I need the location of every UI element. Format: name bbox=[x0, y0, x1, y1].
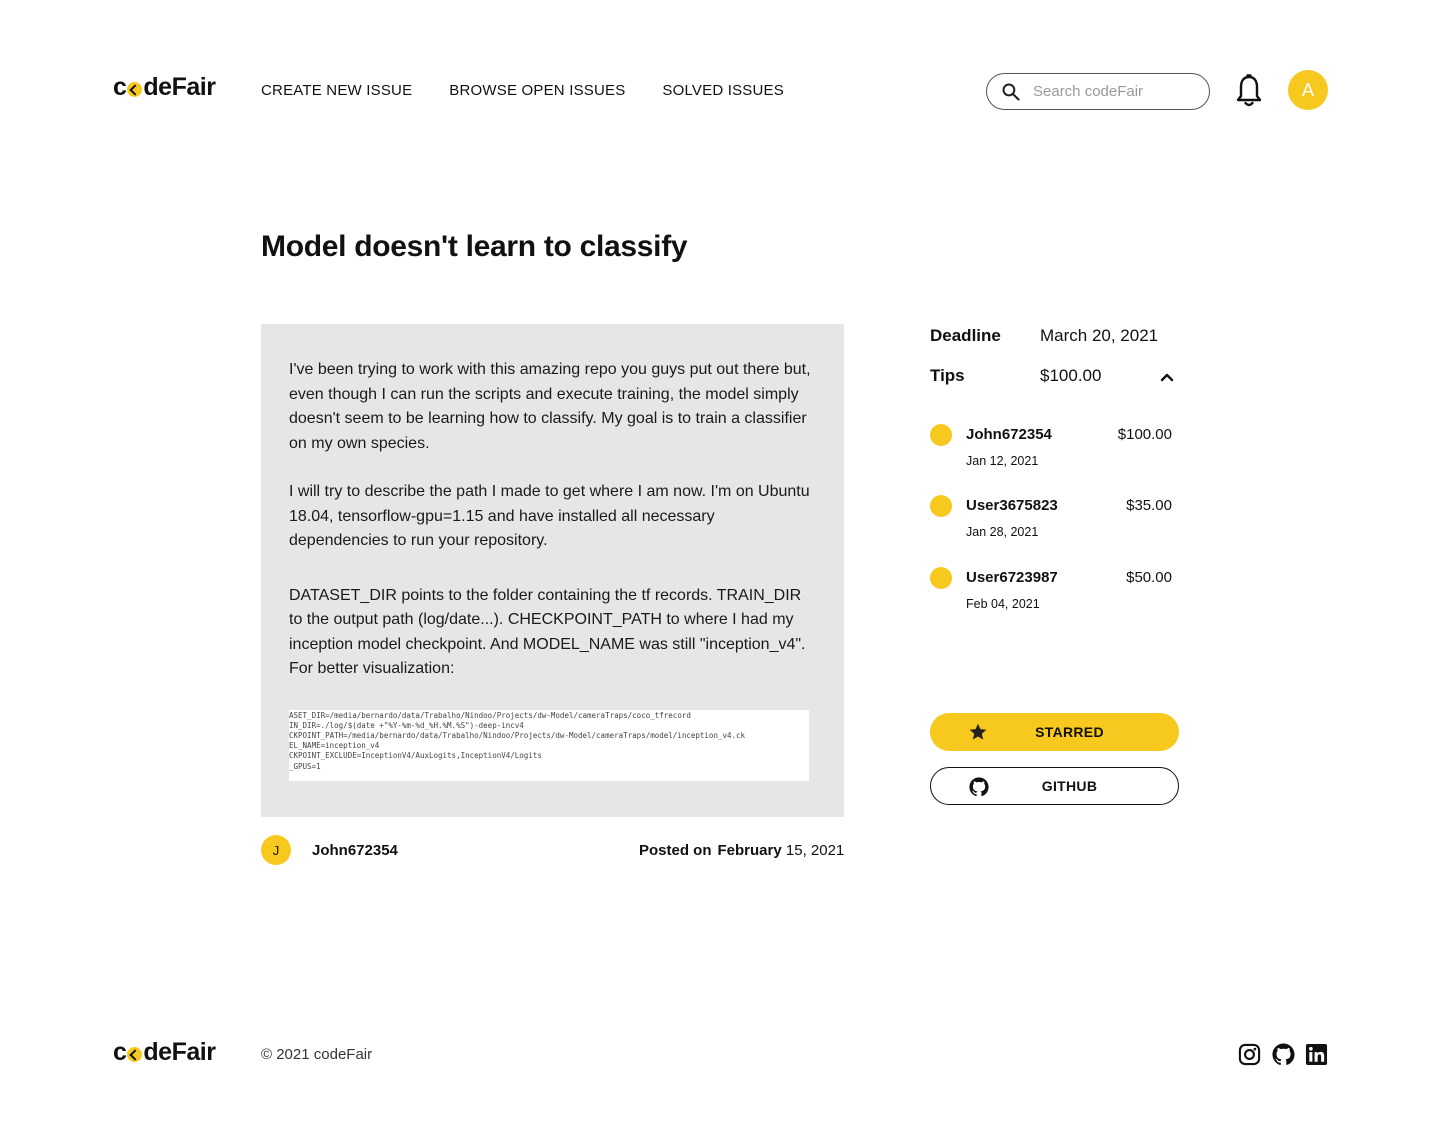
logo-mark-icon bbox=[127, 82, 143, 97]
deadline-label: Deadline bbox=[930, 326, 1001, 345]
author-avatar[interactable]: J bbox=[261, 835, 291, 865]
posted-day-year: 15, 2021 bbox=[785, 842, 845, 859]
tipper-avatar bbox=[930, 495, 952, 517]
logo-text-pre: c bbox=[113, 1038, 127, 1066]
starred-button[interactable]: STARRED bbox=[930, 713, 1179, 751]
code-line: IN_DIR=./log/$(date +"%Y-%m-%d_%H.%M.%S"… bbox=[289, 720, 524, 730]
issue-paragraph-1: I've been trying to work with this amazi… bbox=[289, 361, 811, 452]
author-name[interactable]: John672354 bbox=[312, 842, 398, 859]
nav-create-new-issue[interactable]: CREATE NEW ISSUE bbox=[261, 82, 412, 99]
code-line: CKPOINT_EXCLUDE=InceptionV4/AuxLogits,In… bbox=[289, 751, 542, 761]
user-avatar[interactable]: A bbox=[1288, 70, 1328, 110]
tips-label: Tips bbox=[930, 366, 965, 385]
issue-paragraph-2: I will try to describe the path I made t… bbox=[289, 483, 810, 549]
issue-paragraph-3: DATASET_DIR points to the folder contain… bbox=[289, 586, 806, 678]
tipper-name[interactable]: User6723987 bbox=[966, 569, 1058, 586]
logo-text-pre: c bbox=[113, 73, 127, 101]
logo-mark-icon bbox=[127, 1047, 143, 1062]
tip-amount: $50.00 bbox=[1126, 569, 1172, 586]
nav-browse-open-issues[interactable]: BROWSE OPEN ISSUES bbox=[449, 82, 625, 99]
tip-amount: $100.00 bbox=[1117, 426, 1172, 443]
code-line: EL_NAME=inception_v4 bbox=[289, 741, 380, 751]
code-screenshot: ASET_DIR=/media/bernardo/data/Trabalho/N… bbox=[289, 709, 809, 781]
logo-text-post: deFair bbox=[143, 1038, 216, 1066]
issue-body-card: I've been trying to work with this amazi… bbox=[261, 324, 844, 817]
tips-total: $100.00 bbox=[1040, 366, 1102, 385]
github-button[interactable]: GITHUB bbox=[930, 767, 1179, 805]
tip-date: Feb 04, 2021 bbox=[966, 597, 1040, 611]
posted-label: Posted on bbox=[639, 842, 712, 859]
linkedin-icon[interactable] bbox=[1305, 1043, 1328, 1066]
issue-author[interactable]: J John672354 bbox=[261, 835, 398, 865]
tipper-name[interactable]: User3675823 bbox=[966, 497, 1058, 514]
deadline-row: Deadline March 20, 2021 bbox=[930, 326, 1158, 346]
github-footer-icon[interactable] bbox=[1272, 1043, 1295, 1066]
footer-logo[interactable]: c deFair bbox=[113, 1038, 216, 1067]
star-icon bbox=[969, 723, 987, 740]
logo-text-post: deFair bbox=[143, 73, 216, 101]
code-line: ASET_DIR=/media/bernardo/data/Trabalho/N… bbox=[289, 710, 691, 720]
chevron-up-icon[interactable] bbox=[1160, 370, 1174, 384]
nav-solved-issues[interactable]: SOLVED ISSUES bbox=[662, 82, 784, 99]
instagram-icon[interactable] bbox=[1238, 1043, 1261, 1066]
logo[interactable]: c deFair bbox=[113, 73, 216, 102]
code-line: CKPOINT_PATH=/media/bernardo/data/Trabal… bbox=[289, 730, 746, 740]
deadline-value: March 20, 2021 bbox=[1040, 326, 1159, 345]
footer-copyright: © 2021 codeFair bbox=[261, 1046, 373, 1063]
tipper-avatar bbox=[930, 567, 952, 589]
tipper-name[interactable]: John672354 bbox=[966, 426, 1052, 443]
search-input[interactable] bbox=[1033, 83, 1193, 100]
search-box[interactable] bbox=[986, 73, 1210, 110]
tips-row[interactable]: Tips $100.00 bbox=[930, 366, 1101, 386]
code-line: _GPUS=1 bbox=[289, 761, 321, 771]
issue-title: Model doesn't learn to classify bbox=[261, 230, 688, 263]
tipper-avatar bbox=[930, 424, 952, 446]
tip-date: Jan 12, 2021 bbox=[966, 454, 1039, 468]
search-icon bbox=[1002, 83, 1020, 101]
tip-amount: $35.00 bbox=[1126, 497, 1172, 514]
tip-date: Jan 28, 2021 bbox=[966, 525, 1039, 539]
posted-date: Posted on February 15, 2021 bbox=[639, 842, 844, 859]
main-nav: CREATE NEW ISSUE BROWSE OPEN ISSUES SOLV… bbox=[261, 82, 784, 99]
posted-month: February bbox=[717, 842, 782, 859]
github-icon bbox=[969, 777, 989, 797]
bell-icon[interactable] bbox=[1235, 74, 1263, 108]
